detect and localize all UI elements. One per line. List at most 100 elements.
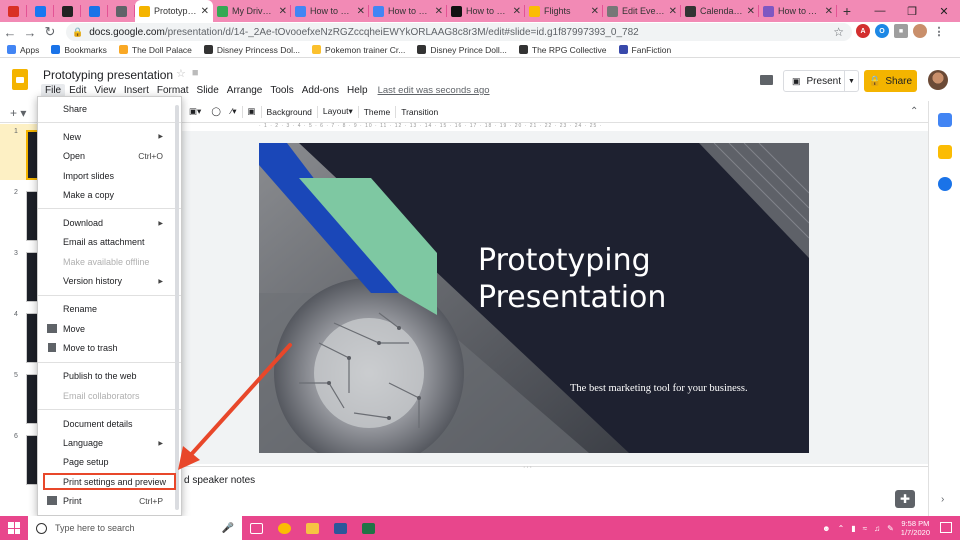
tasks-icon[interactable] xyxy=(938,177,952,191)
browser-tab[interactable] xyxy=(27,0,54,22)
browser-tab[interactable]: My Drive - G ✕ xyxy=(213,0,291,22)
browser-tab[interactable]: Flights ✕ xyxy=(525,0,603,22)
slide-title[interactable]: Prototyping Presentation xyxy=(478,242,666,316)
slide[interactable]: Prototyping Presentation The best market… xyxy=(259,143,809,453)
slide-thumbnail[interactable]: 4 xyxy=(0,307,40,363)
file-explorer-icon[interactable] xyxy=(298,516,326,540)
close-tab-icon[interactable]: ✕ xyxy=(591,6,599,17)
close-tab-icon[interactable]: ✕ xyxy=(747,6,755,17)
menu-item-publish-to-the-web[interactable]: Publish to the web xyxy=(38,367,181,386)
close-tab-icon[interactable]: ✕ xyxy=(513,6,521,17)
explore-icon[interactable]: ✚ xyxy=(895,490,915,508)
chevron-up-icon[interactable]: ⌃ xyxy=(838,524,845,533)
browser-tab[interactable]: How to print ✕ xyxy=(369,0,447,22)
bookmark-item[interactable]: Disney Princess Dol... xyxy=(203,45,300,55)
extension-icon[interactable]: O xyxy=(875,24,889,38)
background-button[interactable]: Background xyxy=(262,107,317,117)
back-icon[interactable]: ← xyxy=(0,25,20,40)
menu-item-email-as-attachment[interactable]: Email as attachment xyxy=(38,233,181,252)
menu-item-move-to-trash[interactable]: Move to trash xyxy=(38,338,181,357)
bookmark-item[interactable]: The RPG Collective xyxy=(518,45,607,55)
browser-tab[interactable] xyxy=(0,0,27,22)
notifications-icon[interactable] xyxy=(940,522,952,533)
close-tab-icon[interactable]: ✕ xyxy=(201,6,209,17)
new-tab-icon[interactable]: + xyxy=(837,0,857,22)
shape-icon[interactable]: ◯ xyxy=(206,106,226,117)
close-tab-icon[interactable]: ✕ xyxy=(825,6,833,17)
menu-help[interactable]: Help xyxy=(343,84,372,97)
url-bar[interactable]: 🔒 docs.google.com/presentation/d/14-_2Ae… xyxy=(66,23,852,41)
minimize-icon[interactable]: — xyxy=(864,0,896,22)
slide-thumbnail[interactable]: 2 xyxy=(0,185,40,241)
menu-item-document-details[interactable]: Document details xyxy=(38,414,181,433)
browser-tab[interactable] xyxy=(81,0,108,22)
task-view-icon[interactable] xyxy=(242,516,270,540)
bookmark-item[interactable]: Disney Prince Doll... xyxy=(417,45,507,55)
menu-item-new[interactable]: New ▶ xyxy=(38,127,181,146)
menu-item-page-setup[interactable]: Page setup xyxy=(38,453,181,472)
volume-icon[interactable]: ♫ xyxy=(874,524,880,533)
browser-tab[interactable]: Calendar - F ✕ xyxy=(681,0,759,22)
bookmark-item[interactable]: Bookmarks xyxy=(51,45,107,55)
bookmark-item[interactable]: Pokemon trainer Cr... xyxy=(312,45,405,55)
slide-thumbnail[interactable]: 3 xyxy=(0,246,40,302)
star-icon[interactable]: ☆ xyxy=(176,67,186,80)
menu-item-print[interactable]: Print Ctrl+P xyxy=(38,491,181,510)
keep-icon[interactable] xyxy=(938,145,952,159)
bookmark-item[interactable]: The Doll Palace xyxy=(118,45,192,55)
close-window-icon[interactable]: ✕ xyxy=(928,0,960,22)
new-slide-icon[interactable]: + ▾ xyxy=(10,106,26,120)
wifi-icon[interactable]: ≈ xyxy=(863,524,867,533)
excel-icon[interactable] xyxy=(354,516,382,540)
slide-thumbnail[interactable]: 5 xyxy=(0,368,40,424)
extension-icon[interactable]: ■ xyxy=(894,24,908,38)
reload-icon[interactable]: ↻ xyxy=(40,24,60,40)
menu-tools[interactable]: Tools xyxy=(266,84,297,97)
browser-tab[interactable]: Edit Event - ✕ xyxy=(603,0,681,22)
menu-addons[interactable]: Add-ons xyxy=(298,84,343,97)
bookmark-item[interactable]: Apps xyxy=(7,45,39,55)
calendar-icon[interactable] xyxy=(938,113,952,127)
theme-button[interactable]: Theme xyxy=(359,107,395,117)
restore-icon[interactable]: ❐ xyxy=(896,0,928,22)
layout-button[interactable]: Layout▾ xyxy=(318,106,358,117)
start-button[interactable] xyxy=(0,516,28,540)
last-edit-link[interactable]: Last edit was seconds ago xyxy=(378,84,490,97)
chevron-down-icon[interactable]: ▼ xyxy=(844,71,858,91)
menu-item-rename[interactable]: Rename xyxy=(38,300,181,319)
close-tab-icon[interactable]: ✕ xyxy=(279,6,287,17)
comments-icon[interactable] xyxy=(760,75,773,85)
browser-tab[interactable] xyxy=(54,0,81,22)
share-button[interactable]: 🔒 Share xyxy=(864,70,917,92)
browser-tab[interactable] xyxy=(108,0,135,22)
add-comment-icon[interactable]: ▣ xyxy=(243,106,261,117)
bookmark-item[interactable]: FanFiction xyxy=(618,45,671,55)
menu-dots-icon[interactable]: ⋮ xyxy=(932,24,946,38)
resize-handle[interactable]: ··· xyxy=(523,464,533,471)
folder-icon[interactable]: ■ xyxy=(192,67,199,80)
browser-tab[interactable]: Prototyping ✕ xyxy=(135,0,213,22)
collapse-toolbar-icon[interactable]: ⌃ xyxy=(910,106,918,117)
forward-icon[interactable]: → xyxy=(20,25,40,40)
menu-item-print-settings-and-preview[interactable]: Print settings and preview xyxy=(42,472,177,491)
slides-logo-icon[interactable] xyxy=(12,69,28,90)
menu-item-make-a-copy[interactable]: Make a copy xyxy=(38,185,181,204)
person-icon[interactable]: ☻ xyxy=(822,524,830,533)
menu-item-language[interactable]: Language ▶ xyxy=(38,433,181,452)
menu-item-move[interactable]: Move xyxy=(38,319,181,338)
slide-subtitle[interactable]: The best marketing tool for your busines… xyxy=(570,383,748,394)
browser-tab[interactable]: How to hide ✕ xyxy=(291,0,369,22)
microphone-icon[interactable]: 🎤 xyxy=(222,523,234,534)
avatar[interactable] xyxy=(928,70,948,90)
line-icon[interactable]: ∕▾ xyxy=(226,106,242,117)
menu-item-import-slides[interactable]: Import slides xyxy=(38,166,181,185)
transition-button[interactable]: Transition xyxy=(396,107,443,117)
word-icon[interactable] xyxy=(326,516,354,540)
menu-arrange[interactable]: Arrange xyxy=(223,84,267,97)
browser-tab[interactable]: How to chan ✕ xyxy=(447,0,525,22)
menu-item-version-history[interactable]: Version history ▶ xyxy=(38,271,181,290)
slide-thumbnail[interactable]: 1 xyxy=(0,124,40,180)
profile-icon[interactable] xyxy=(913,24,927,38)
battery-icon[interactable]: ▮ xyxy=(851,524,855,533)
browser-tab[interactable]: How to Add ✕ xyxy=(759,0,837,22)
